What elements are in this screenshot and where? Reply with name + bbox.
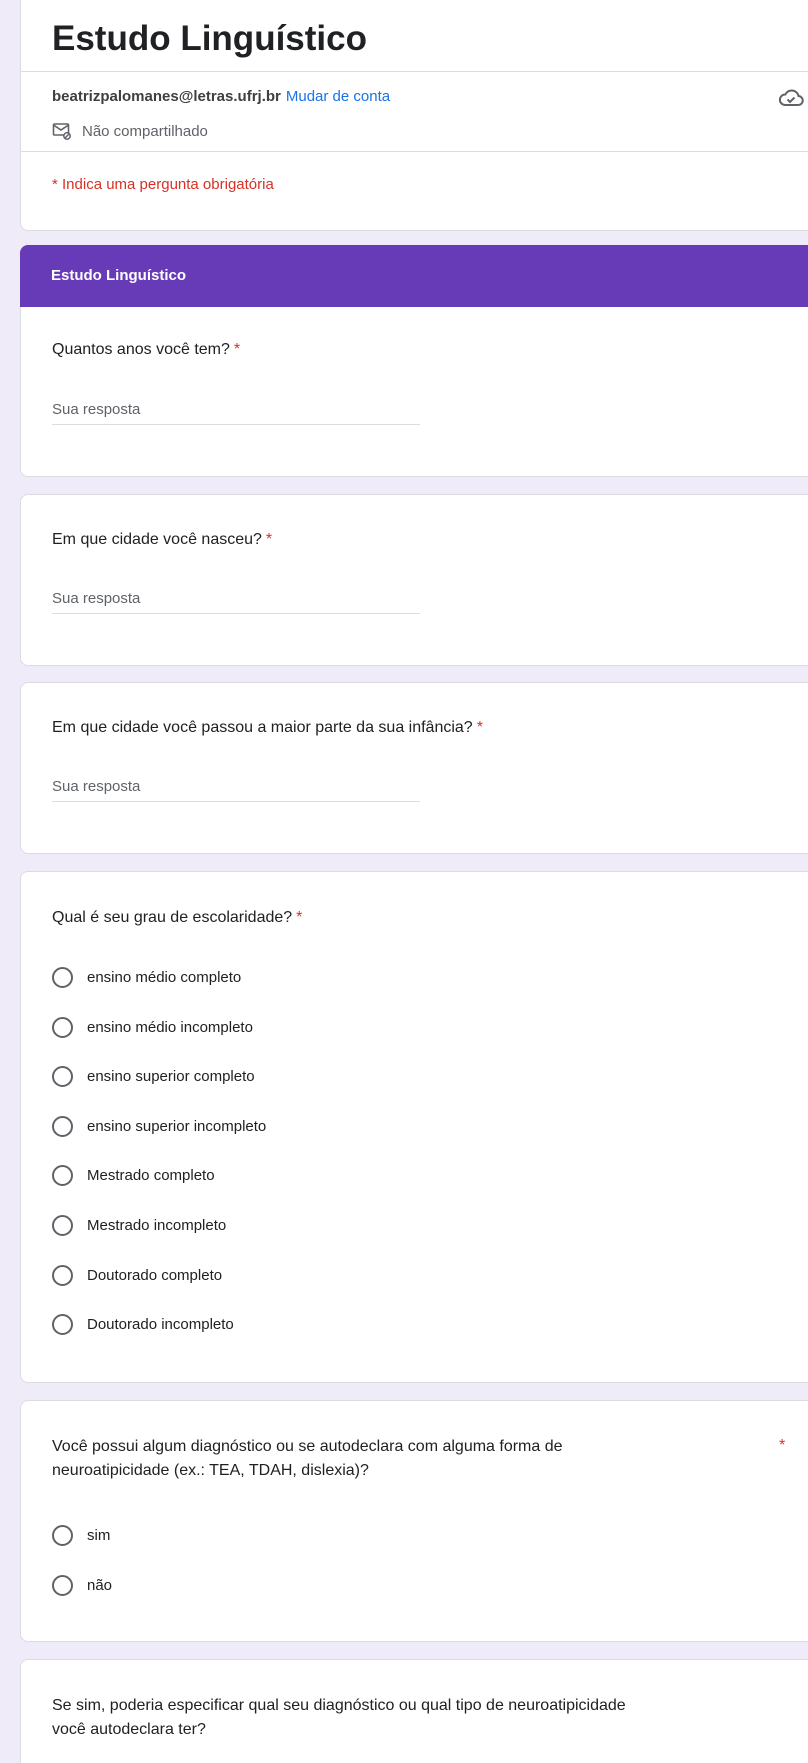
childhood-city-input[interactable]: [52, 772, 420, 802]
not-shared-label: Não compartilhado: [82, 122, 208, 140]
birth-city-input[interactable]: [52, 584, 420, 614]
account-email: beatrizpalomanes@letras.ufrj.br: [52, 88, 281, 105]
option-ensino-medio-incompleto[interactable]: ensino médio incompleto: [52, 1017, 253, 1038]
question-card-birth-city: Em que cidade você nasceu? *: [20, 494, 808, 666]
question-title: Em que cidade você nasceu? *: [52, 531, 273, 548]
question-title: Em que cidade você passou a maior parte …: [52, 719, 483, 736]
option-ensino-superior-completo[interactable]: ensino superior completo: [52, 1066, 255, 1087]
question-card-diagnosis-specify: Se sim, poderia especificar qual seu dia…: [20, 1659, 808, 1763]
radio-button[interactable]: [52, 1265, 73, 1286]
left-rail: [0, 0, 18, 1763]
account-row: beatrizpalomanes@letras.ufrj.br Mudar de…: [52, 88, 390, 105]
divider: [21, 71, 808, 72]
form-header-card: Estudo Linguístico beatrizpalomanes@letr…: [20, 0, 808, 231]
option-mestrado-incompleto[interactable]: Mestrado incompleto: [52, 1215, 226, 1236]
form-title: Estudo Linguístico: [52, 19, 367, 58]
radio-button[interactable]: [52, 1116, 73, 1137]
option-nao[interactable]: não: [52, 1575, 112, 1596]
radio-button[interactable]: [52, 1165, 73, 1186]
section-header: Estudo Linguístico: [20, 245, 808, 307]
required-note: * Indica uma pergunta obrigatória: [52, 176, 274, 193]
switch-account-link[interactable]: Mudar de conta: [286, 88, 390, 105]
option-doutorado-incompleto[interactable]: Doutorado incompleto: [52, 1314, 234, 1335]
radio-button[interactable]: [52, 967, 73, 988]
required-star: *: [296, 909, 303, 926]
form-page: Estudo Linguístico beatrizpalomanes@letr…: [0, 0, 808, 1763]
required-star: *: [779, 1437, 786, 1454]
radio-button[interactable]: [52, 1017, 73, 1038]
radio-button[interactable]: [52, 1314, 73, 1335]
option-sim[interactable]: sim: [52, 1525, 110, 1546]
question-title: Se sim, poderia especificar qual seu dia…: [52, 1697, 626, 1738]
question-title: Qual é seu grau de escolaridade? *: [52, 909, 303, 926]
radio-button[interactable]: [52, 1575, 73, 1596]
question-card-neurodivergence: Você possui algum diagnóstico ou se auto…: [20, 1400, 808, 1642]
divider: [21, 151, 808, 152]
required-star: *: [476, 719, 483, 736]
required-star: *: [233, 341, 241, 358]
radio-button[interactable]: [52, 1215, 73, 1236]
option-ensino-medio-completo[interactable]: ensino médio completo: [52, 967, 241, 988]
cloud-done-icon[interactable]: [778, 87, 804, 109]
question-card-education: Qual é seu grau de escolaridade? * ensino…: [20, 871, 808, 1383]
question-card-childhood-city: Em que cidade você passou a maior parte …: [20, 682, 808, 854]
question-title: Quantos anos você tem? *: [52, 341, 241, 358]
section-title: Estudo Linguístico: [51, 267, 186, 284]
radio-button[interactable]: [52, 1525, 73, 1546]
radio-button[interactable]: [52, 1066, 73, 1087]
question-title: Você possui algum diagnóstico ou se auto…: [52, 1438, 563, 1479]
required-star: *: [265, 531, 273, 548]
option-ensino-superior-incompleto[interactable]: ensino superior incompleto: [52, 1116, 266, 1137]
not-shared-row: Não compartilhado: [52, 122, 208, 140]
age-input[interactable]: [52, 395, 420, 425]
option-doutorado-completo[interactable]: Doutorado completo: [52, 1265, 222, 1286]
option-mestrado-completo[interactable]: Mestrado completo: [52, 1165, 215, 1186]
not-shared-icon: [52, 123, 71, 140]
question-card-age: Quantos anos você tem? *: [20, 307, 808, 477]
